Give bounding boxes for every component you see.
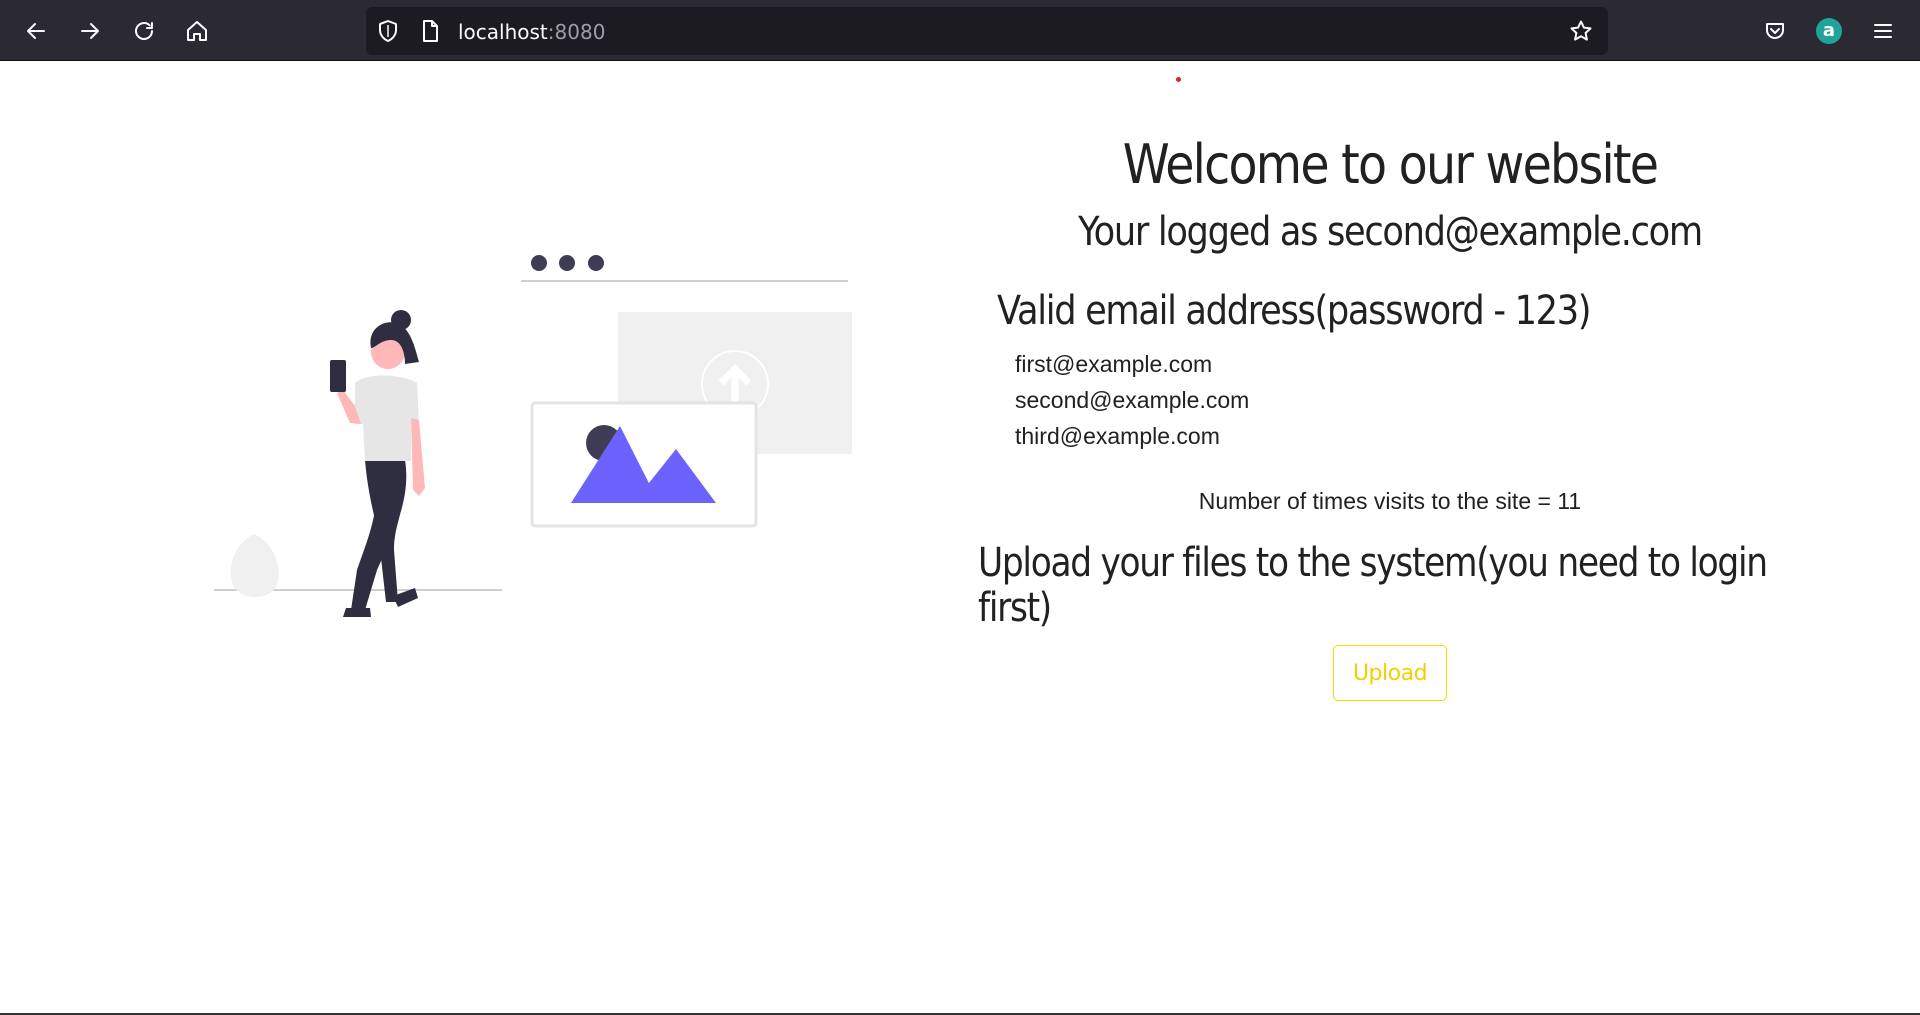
- shield-icon[interactable]: [376, 19, 400, 43]
- browser-toolbar: localhost:8080 a: [0, 0, 1920, 61]
- valid-emails-heading: Valid email address(password - 123): [997, 288, 1592, 334]
- page-body: Welcome to our website Your logged as se…: [0, 61, 1920, 1013]
- list-item: first@example.com: [1015, 351, 1213, 377]
- page-title: Welcome to our website: [1122, 133, 1659, 196]
- home-button[interactable]: [180, 14, 214, 48]
- visit-counter: Number of times visits to the site = 11: [1198, 488, 1582, 514]
- back-button[interactable]: [19, 14, 53, 48]
- valid-email-list: first@example.com second@example.com thi…: [1015, 346, 1805, 454]
- reload-icon: [135, 22, 153, 40]
- url-host: localhost: [458, 20, 548, 44]
- account-avatar[interactable]: a: [1816, 18, 1842, 44]
- main-content: Welcome to our website Your logged as se…: [975, 126, 1805, 701]
- upload-button-wrapper: Upload: [975, 645, 1805, 701]
- hamburger-menu-icon: [1874, 24, 1892, 38]
- address-bar[interactable]: localhost:8080: [366, 7, 1608, 55]
- menu-button[interactable]: [1866, 14, 1900, 48]
- upload-heading: Upload your files to the system(you need…: [978, 540, 1768, 631]
- upload-illustration: [214, 255, 852, 617]
- list-item: second@example.com: [1015, 387, 1250, 413]
- red-dot: [1176, 77, 1181, 82]
- pocket-button[interactable]: [1758, 14, 1792, 48]
- forward-arrow-icon: [81, 23, 99, 39]
- url-text[interactable]: localhost:8080: [458, 20, 605, 44]
- forward-button[interactable]: [73, 14, 107, 48]
- back-arrow-icon: [27, 23, 45, 39]
- url-port: :8080: [547, 20, 606, 44]
- page-icon[interactable]: [418, 19, 442, 43]
- upload-button[interactable]: Upload: [1333, 645, 1447, 701]
- reload-button[interactable]: [127, 14, 161, 48]
- pocket-icon: [1766, 23, 1784, 39]
- home-icon: [187, 21, 207, 41]
- logged-in-status: Your logged as second@example.com: [1078, 209, 1703, 255]
- star-icon[interactable]: [1569, 19, 1593, 43]
- list-item: third@example.com: [1015, 423, 1220, 449]
